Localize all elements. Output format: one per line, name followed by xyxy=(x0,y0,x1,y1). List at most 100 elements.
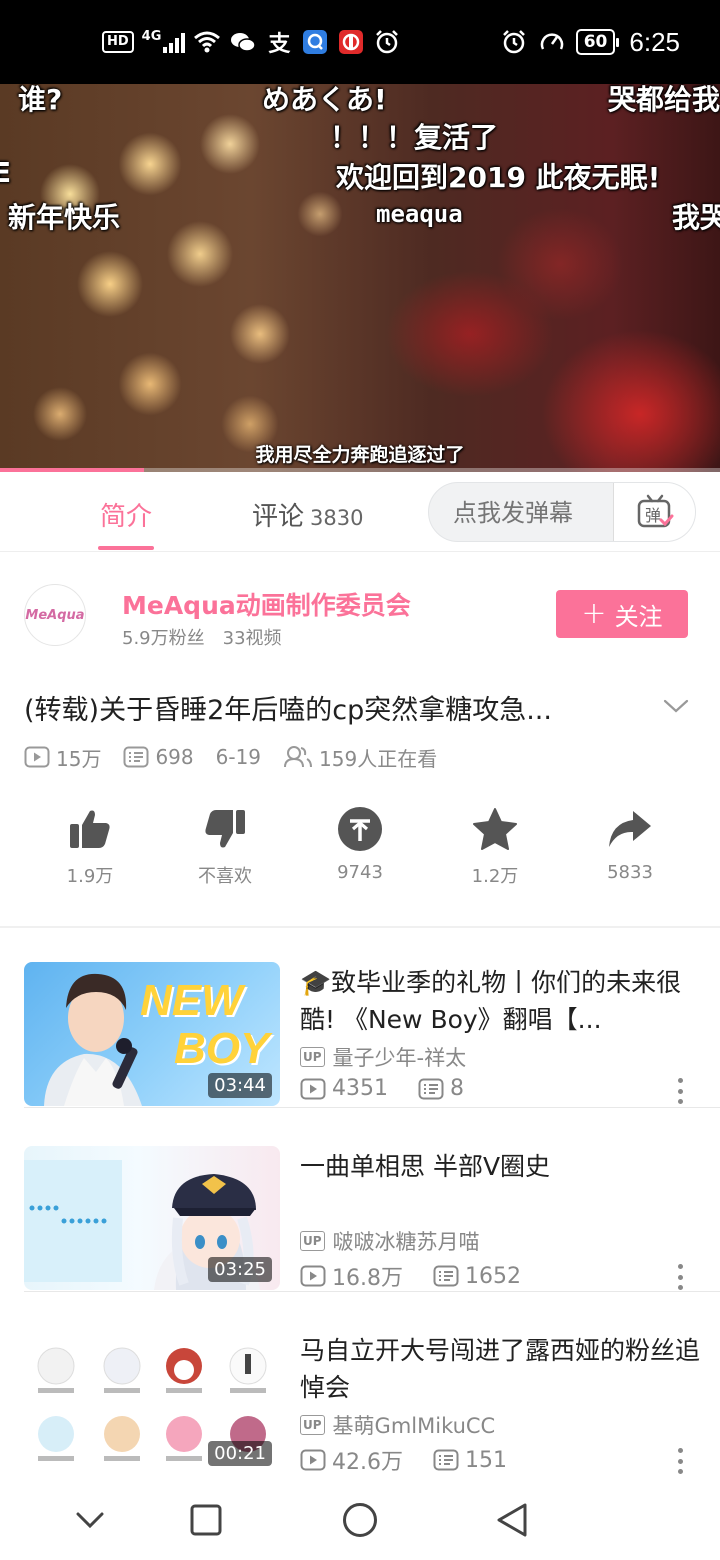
danmaku-count-value: 151 xyxy=(465,1447,507,1473)
home-icon xyxy=(343,1503,377,1537)
home-button[interactable] xyxy=(338,1498,382,1542)
play-count-value: 4351 xyxy=(332,1076,388,1101)
tab-intro[interactable]: 简介 xyxy=(100,496,152,533)
share-count: 5833 xyxy=(607,862,653,883)
back-chevron-icon xyxy=(76,1512,104,1529)
up-tag: UP xyxy=(300,1415,325,1435)
uploader-name[interactable]: MeAqua动画制作委员会 xyxy=(122,586,411,622)
hd-badge: HD xyxy=(102,31,134,53)
system-nav-bar xyxy=(0,1480,720,1560)
play-count-icon xyxy=(300,1449,326,1471)
favorite-button[interactable]: 1.2万 xyxy=(435,800,555,888)
play-count-icon xyxy=(24,746,50,768)
tab-bar: 简介 评论3830 弹 xyxy=(0,472,720,552)
favorite-count: 1.2万 xyxy=(471,866,519,887)
status-left: HD 4G 支 xyxy=(102,26,401,58)
like-count: 1.9万 xyxy=(66,866,114,887)
related-video-stats: 16.8万 1652 xyxy=(300,1260,551,1292)
speed-icon xyxy=(538,28,566,56)
video-thumbnail: 03:25 xyxy=(24,1146,280,1290)
bank-icon xyxy=(337,28,365,56)
video-stats: 15万 698 6-19 159人正在看 xyxy=(24,742,459,772)
item-separator xyxy=(24,1107,720,1108)
danmaku-comment: ！！！复活了 xyxy=(330,121,499,154)
uploader-info: MeAqua MeAqua动画制作委员会 5.9万粉丝 33视频 + 关注 xyxy=(0,570,720,670)
danmaku-count-value: 8 xyxy=(450,1076,464,1101)
uploader-fans: 5.9万粉丝 xyxy=(122,628,205,649)
danmaku-input[interactable] xyxy=(453,499,623,527)
play-count-value: 16.8万 xyxy=(332,1266,403,1291)
danmaku-comment: E xyxy=(0,156,12,189)
tab-comments[interactable]: 评论 3830 xyxy=(252,496,363,533)
watching-value: 159人正在看 xyxy=(319,746,438,771)
back-button[interactable] xyxy=(490,1498,534,1542)
danmaku-button-label: 弹 xyxy=(644,506,660,525)
danmaku-count-icon xyxy=(123,746,149,768)
video-duration: 03:44 xyxy=(208,1073,272,1098)
danmaku-icon: 弹 xyxy=(637,494,673,528)
thumbnail-text: BOY xyxy=(174,1024,270,1073)
play-count-icon xyxy=(300,1078,326,1099)
like-button[interactable]: 1.9万 xyxy=(30,800,150,888)
danmaku-count: 8 xyxy=(418,1076,464,1101)
danmaku-count-value: 698 xyxy=(155,745,194,769)
collapse-button[interactable] xyxy=(68,1498,112,1542)
danmaku-comment: meaqua xyxy=(376,200,463,228)
related-video-item[interactable]: 03:25 一曲单相思 半部V圈史 UP 啵啵冰糖苏月喵 16.8万 1652 xyxy=(0,1132,720,1292)
active-tab-indicator xyxy=(98,546,154,550)
related-video-item[interactable]: 00:21 马自立开大号闯进了露西娅的粉丝追悼会 UP 基萌GmlMikuCC … xyxy=(0,1316,720,1476)
dislike-button[interactable]: 不喜欢 xyxy=(165,800,285,888)
action-bar: 1.9万 不喜欢 9743 1.2万 5833 xyxy=(0,800,720,900)
alarm-icon xyxy=(373,28,401,56)
signal-icon xyxy=(163,31,186,53)
video-subtitle: 我用尽全力奔跑追逐过了 xyxy=(255,444,465,466)
up-tag: UP xyxy=(300,1231,325,1251)
danmaku-count-value: 1652 xyxy=(465,1263,521,1289)
star-icon xyxy=(473,808,517,850)
video-title: (转载)关于昏睡2年后嗑的cp突然拿糖攻急... xyxy=(24,695,552,726)
danmaku-comment: 谁? xyxy=(18,84,63,116)
recent-apps-button[interactable] xyxy=(184,1498,228,1542)
uploader-name: 量子少年-祥太 xyxy=(332,1046,467,1070)
video-thumbnail: 00:21 xyxy=(24,1330,280,1474)
more-options-icon[interactable] xyxy=(670,1262,690,1292)
play-count: 4351 xyxy=(300,1076,388,1101)
danmaku-count: 698 xyxy=(123,745,194,769)
wifi-icon xyxy=(193,28,221,56)
uploader-meta: 5.9万粉丝 33视频 xyxy=(122,624,282,650)
recent-apps-icon xyxy=(190,1504,222,1536)
uploader-name: 啵啵冰糖苏月喵 xyxy=(332,1230,480,1254)
clock: 6:25 xyxy=(629,26,680,57)
coin-button[interactable]: 9743 xyxy=(300,800,420,883)
chevron-down-icon[interactable] xyxy=(662,692,690,720)
tab-comments-label: 评论 xyxy=(252,502,305,532)
people-icon xyxy=(284,746,313,768)
related-video-uploader: UP 啵啵冰糖苏月喵 xyxy=(300,1226,480,1256)
item-separator xyxy=(24,1291,720,1292)
play-count: 16.8万 xyxy=(300,1260,403,1292)
thumbs-up-icon xyxy=(70,810,110,848)
danmaku-count: 151 xyxy=(433,1448,507,1473)
follow-button[interactable]: + 关注 xyxy=(556,590,688,638)
more-options-icon[interactable] xyxy=(670,1076,690,1106)
battery-indicator: 60 xyxy=(575,29,620,55)
video-player[interactable]: 谁? めあくあ! 哭都给我 ！！！复活了 欢迎回到2019 此夜无眠! E 新年… xyxy=(0,84,720,472)
danmaku-count-icon xyxy=(433,1449,459,1471)
play-count-icon xyxy=(300,1265,326,1287)
publish-date: 6-19 xyxy=(215,745,262,769)
share-button[interactable]: 5833 xyxy=(570,800,690,883)
play-count-value: 15万 xyxy=(56,746,102,771)
more-options-icon[interactable] xyxy=(670,1446,690,1476)
status-right: 60 6:25 xyxy=(500,26,680,58)
related-video-item[interactable]: NEW BOY 03:44 🎓致毕业季的礼物丨你们的未来很酷! 《New Boy… xyxy=(0,948,720,1108)
plus-icon: + xyxy=(581,596,607,631)
alarm-clock-icon xyxy=(500,28,528,56)
uploader-avatar[interactable]: MeAqua xyxy=(24,584,86,646)
danmaku-toggle-button[interactable]: 弹 xyxy=(613,483,695,541)
wechat-icon xyxy=(229,28,257,56)
video-duration: 03:25 xyxy=(208,1257,272,1282)
network-type: 4G xyxy=(141,28,162,44)
watching-count: 159人正在看 xyxy=(283,743,437,772)
danmaku-comment: 我哭 xyxy=(672,201,720,234)
related-video-stats: 42.6万 151 xyxy=(300,1444,537,1476)
